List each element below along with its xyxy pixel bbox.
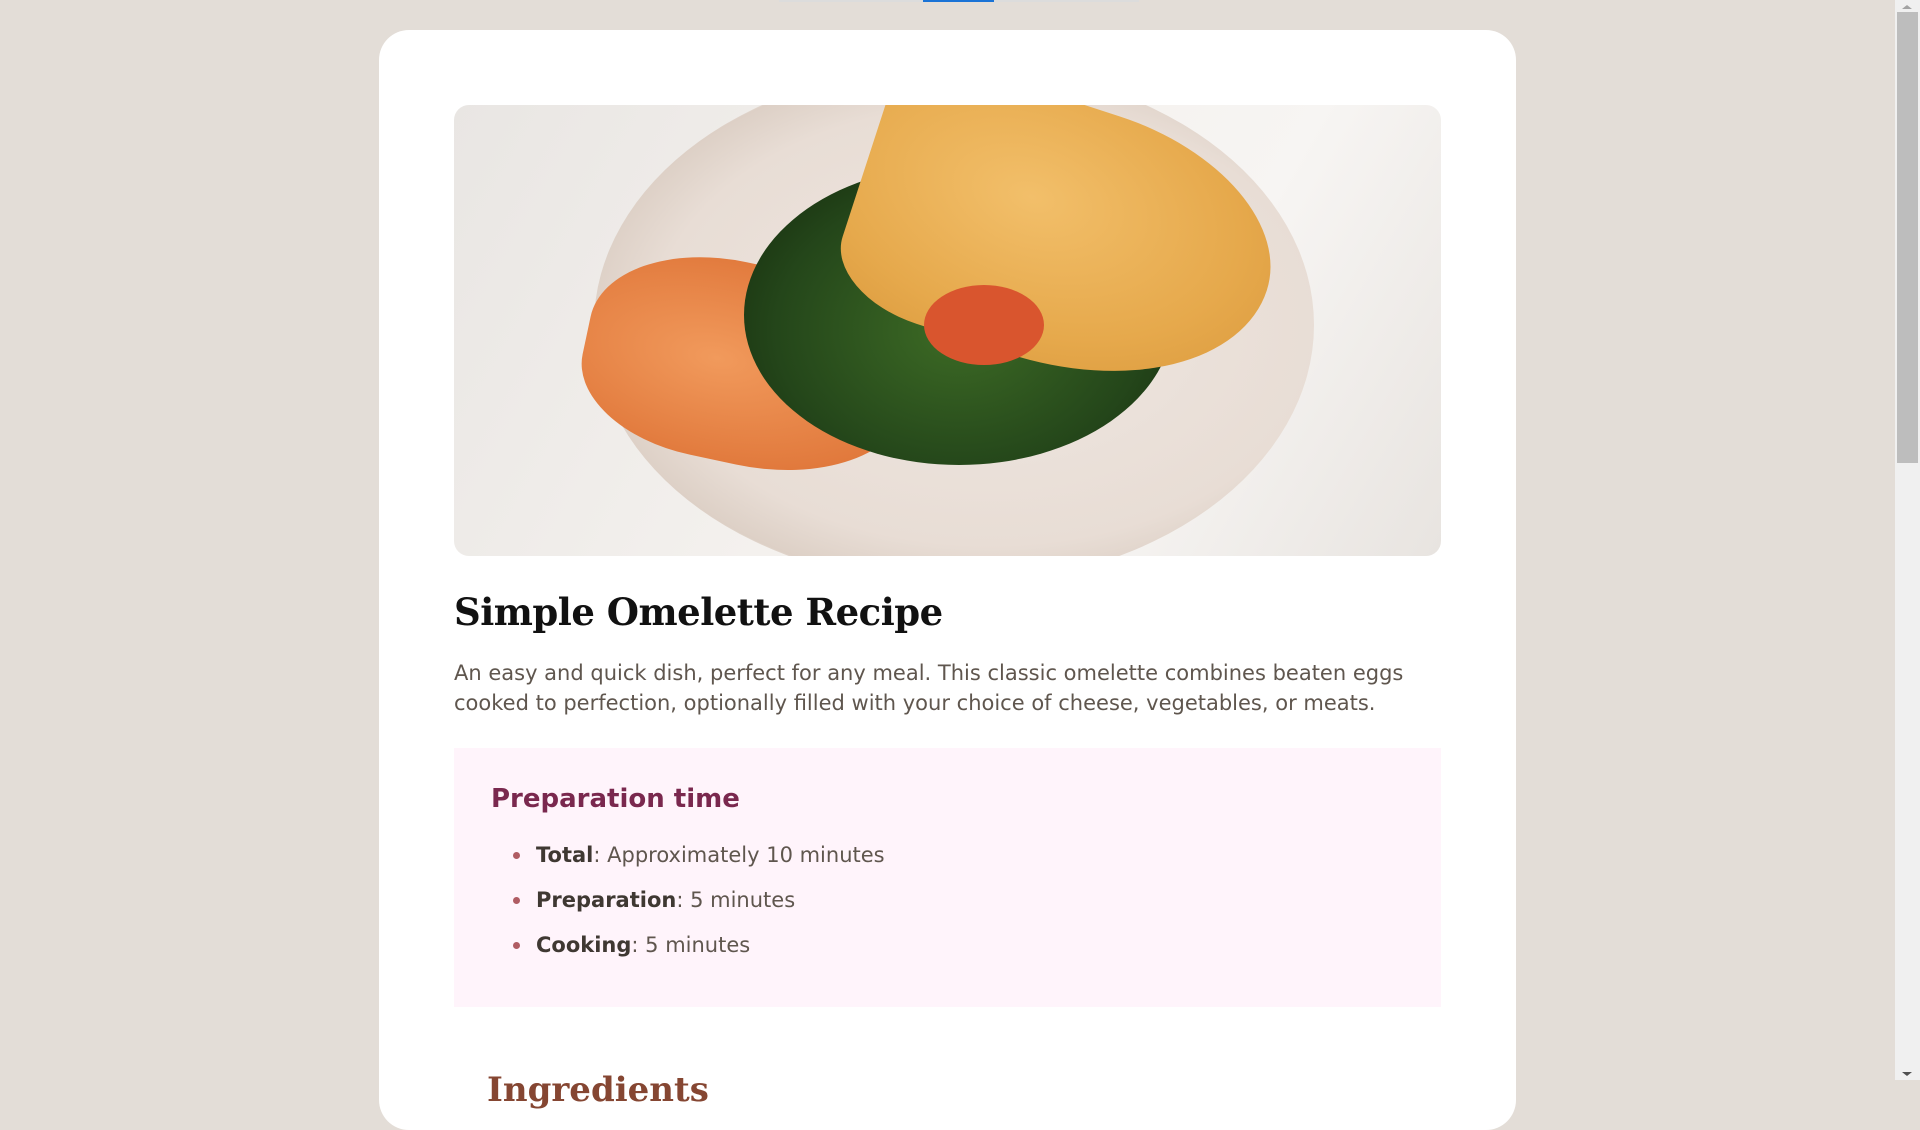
omelette-image [454, 105, 1441, 556]
vertical-scrollbar[interactable] [1895, 0, 1920, 1080]
recipe-card: Simple Omelette Recipe An easy and quick… [379, 30, 1516, 1130]
tomato-shape [924, 285, 1044, 365]
top-progress-indicator [779, 0, 1139, 2]
item-value: : Approximately 10 minutes [593, 843, 885, 867]
list-item: Total: Approximately 10 minutes [513, 840, 885, 885]
scroll-down-icon[interactable] [1902, 1072, 1912, 1076]
scrollbar-thumb[interactable] [1897, 12, 1918, 463]
recipe-description: An easy and quick dish, perfect for any … [454, 661, 1404, 715]
preparation-heading: Preparation time [491, 784, 740, 814]
recipe-title: Simple Omelette Recipe [454, 590, 943, 634]
item-value: : 5 minutes [676, 888, 796, 912]
item-value: : 5 minutes [631, 933, 751, 957]
list-item: Preparation: 5 minutes [513, 885, 885, 930]
item-label: Cooking [536, 933, 632, 957]
active-indicator [923, 0, 994, 2]
item-label: Preparation [536, 888, 677, 912]
scroll-up-icon[interactable] [1902, 5, 1912, 9]
preparation-time-box: Preparation time Total: Approximately 10… [454, 748, 1441, 1007]
list-item: Cooking: 5 minutes [513, 930, 885, 975]
item-label: Total [536, 843, 594, 867]
ingredients-heading: Ingredients [487, 1070, 709, 1110]
preparation-list: Total: Approximately 10 minutes Preparat… [491, 840, 885, 975]
